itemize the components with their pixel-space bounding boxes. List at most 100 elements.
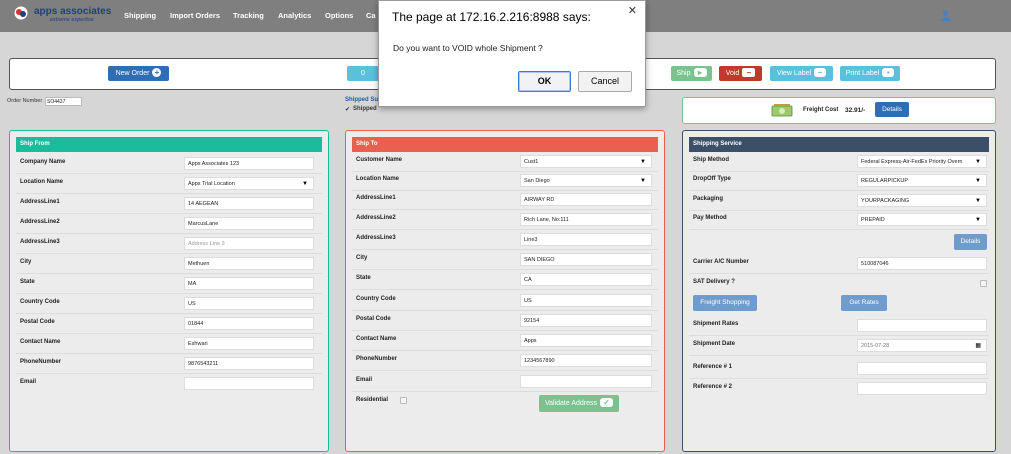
postal-code-input[interactable]: 01844 xyxy=(184,317,314,330)
ship-button[interactable]: Ship ▸ xyxy=(671,66,712,81)
truck-icon: ▸ xyxy=(693,67,707,77)
ship-method-row: Ship Method Federal Express-Air-FedEx Pr… xyxy=(689,152,989,172)
dropdown-caret-icon: ▼ xyxy=(974,156,981,167)
nav-shipping[interactable]: Shipping xyxy=(124,11,156,20)
view-label-button[interactable]: View Label – xyxy=(770,66,833,81)
service-details-button[interactable]: Details xyxy=(954,234,987,250)
city-input[interactable]: Methuen xyxy=(184,257,314,270)
ship-from-phone-row: PhoneNumber 9876543211 xyxy=(16,354,322,374)
shipment-rates-row: Shipment Rates xyxy=(689,316,989,336)
sat-delivery-row: SAT Delivery ? xyxy=(689,274,989,294)
freight-shopping-button[interactable]: Freight Shopping xyxy=(693,295,757,311)
ship-from-address2-row: AddressLine2 MarcusLane xyxy=(16,214,322,234)
address-line1-input[interactable]: 14 AEGEAN xyxy=(184,197,314,210)
close-icon[interactable]: ✕ xyxy=(628,4,637,17)
location-name-select[interactable]: San Diego ▼ xyxy=(520,174,652,187)
shipping-service-panel: Shipping Service Ship Method Federal Exp… xyxy=(682,130,996,452)
ok-button[interactable]: OK xyxy=(518,71,571,92)
shipment-rates-input[interactable] xyxy=(857,319,987,332)
address-line1-label: AddressLine1 xyxy=(20,199,60,205)
new-order-button[interactable]: New Order + xyxy=(108,66,169,81)
nav-truncated[interactable]: Ca xyxy=(366,11,376,20)
user-icon[interactable] xyxy=(940,10,951,21)
partial-hidden-button[interactable]: 0 xyxy=(347,66,379,81)
calendar-icon[interactable]: ▦ xyxy=(975,340,981,351)
validate-address-label: Validate Address xyxy=(544,400,597,407)
freight-cost-label: Freight Cost xyxy=(803,107,839,113)
freight-details-button[interactable]: Details xyxy=(875,102,909,117)
dropdown-caret-icon: ▼ xyxy=(975,217,981,223)
dropdown-caret-icon: ▼ xyxy=(302,181,308,187)
dropdown-caret-icon: ▼ xyxy=(975,198,981,204)
sat-delivery-checkbox[interactable] xyxy=(980,280,987,287)
ship-method-select[interactable]: Federal Express-Air-FedEx Priority Overn… xyxy=(857,155,987,168)
nav-analytics[interactable]: Analytics xyxy=(278,11,311,20)
address-line2-label: AddressLine2 xyxy=(20,219,60,225)
carrier-ac-row: Carrier A/C Number 510087046 xyxy=(689,254,989,274)
pay-method-value: PREPAID xyxy=(861,217,885,223)
city-input[interactable]: SAN DIEGO xyxy=(520,253,652,266)
print-label-button[interactable]: Print Label ▪ xyxy=(840,66,900,81)
email-input[interactable] xyxy=(184,377,314,390)
new-order-label: New Order xyxy=(115,70,150,77)
ship-method-value: Federal Express-Air-FedEx Priority Overn xyxy=(861,159,963,165)
location-name-label: Location Name xyxy=(356,176,400,182)
cancel-button[interactable]: Cancel xyxy=(578,71,632,92)
shipment-date-value: 2015-07-28 xyxy=(861,343,890,349)
nav-options[interactable]: Options xyxy=(325,11,353,20)
get-rates-button[interactable]: Get Rates xyxy=(841,295,887,311)
address-line2-input[interactable]: Rich Lane, No:111 xyxy=(520,213,652,226)
dialog-title: The page at 172.16.2.216:8988 says: xyxy=(392,10,591,24)
location-name-select[interactable]: Apps Trial Location ▼ xyxy=(184,177,314,190)
address-line3-label: AddressLine3 xyxy=(356,235,396,241)
reference2-input[interactable] xyxy=(857,382,987,395)
packaging-select[interactable]: YOURPACKAGING ▼ xyxy=(857,194,987,207)
address-line1-input[interactable]: AIRWAY RD xyxy=(520,193,652,206)
dropoff-type-label: DropOff Type xyxy=(693,176,731,182)
shipment-date-input[interactable]: 2015-07-28 ▦ xyxy=(857,339,987,352)
customer-name-label: Customer Name xyxy=(356,157,403,163)
contact-name-input[interactable]: Eshwari xyxy=(184,337,314,350)
order-number-input[interactable]: SO4437 xyxy=(45,97,82,106)
phone-number-input[interactable]: 1234567890 xyxy=(520,354,652,367)
validate-address-button[interactable]: Validate Address ✓ xyxy=(539,395,619,412)
ship-to-phone-row: PhoneNumber 1234567890 xyxy=(352,351,658,371)
nav-tracking[interactable]: Tracking xyxy=(233,11,264,20)
address-line3-input[interactable]: Line3 xyxy=(520,233,652,246)
company-name-input[interactable]: Apps Associates 123 xyxy=(184,157,314,170)
country-code-input[interactable]: US xyxy=(184,297,314,310)
country-code-input[interactable]: US xyxy=(520,294,652,307)
ship-from-location-row: Location Name Apps Trial Location ▼ xyxy=(16,174,322,194)
order-number-label: Order Number xyxy=(7,98,43,104)
ship-to-contact-row: Contact Name Apps xyxy=(352,331,658,351)
nav-import-orders[interactable]: Import Orders xyxy=(170,11,220,20)
postal-code-input[interactable]: 92154 xyxy=(520,314,652,327)
pay-method-select[interactable]: PREPAID ▼ xyxy=(857,213,987,226)
residential-checkbox[interactable] xyxy=(400,397,407,404)
reference1-input[interactable] xyxy=(857,362,987,375)
customer-name-select[interactable]: Cust1 ▼ xyxy=(520,155,652,168)
postal-code-label: Postal Code xyxy=(356,316,391,322)
brand-tagline: extreme expertise xyxy=(50,17,94,23)
dropoff-type-select[interactable]: REGULARPICKUP ▼ xyxy=(857,174,987,187)
email-input[interactable] xyxy=(520,375,652,388)
void-button[interactable]: Void – xyxy=(719,66,762,81)
reference1-row: Reference # 1 xyxy=(689,359,989,379)
ship-from-address1-row: AddressLine1 14 AEGEAN xyxy=(16,194,322,214)
phone-number-input[interactable]: 9876543211 xyxy=(184,357,314,370)
dropoff-type-row: DropOff Type REGULARPICKUP ▼ xyxy=(689,171,989,191)
state-input[interactable]: MA xyxy=(184,277,314,290)
contact-name-input[interactable]: Apps xyxy=(520,334,652,347)
address-line2-input[interactable]: MarcusLane xyxy=(184,217,314,230)
void-icon: – xyxy=(742,67,756,77)
shipped-check-icon: ✔ xyxy=(345,107,351,113)
carrier-ac-input[interactable]: 510087046 xyxy=(857,257,987,270)
state-input[interactable]: CA xyxy=(520,273,652,286)
sat-delivery-label: SAT Delivery ? xyxy=(693,279,735,285)
company-name-label: Company Name xyxy=(20,159,66,165)
ship-to-address2-row: AddressLine2 Rich Lane, No:111 xyxy=(352,210,658,230)
email-label: Email xyxy=(356,377,373,383)
address-line3-input[interactable]: Address Line 3 xyxy=(184,237,314,250)
ship-from-contact-row: Contact Name Eshwari xyxy=(16,334,322,354)
ship-to-state-row: State CA xyxy=(352,270,658,290)
